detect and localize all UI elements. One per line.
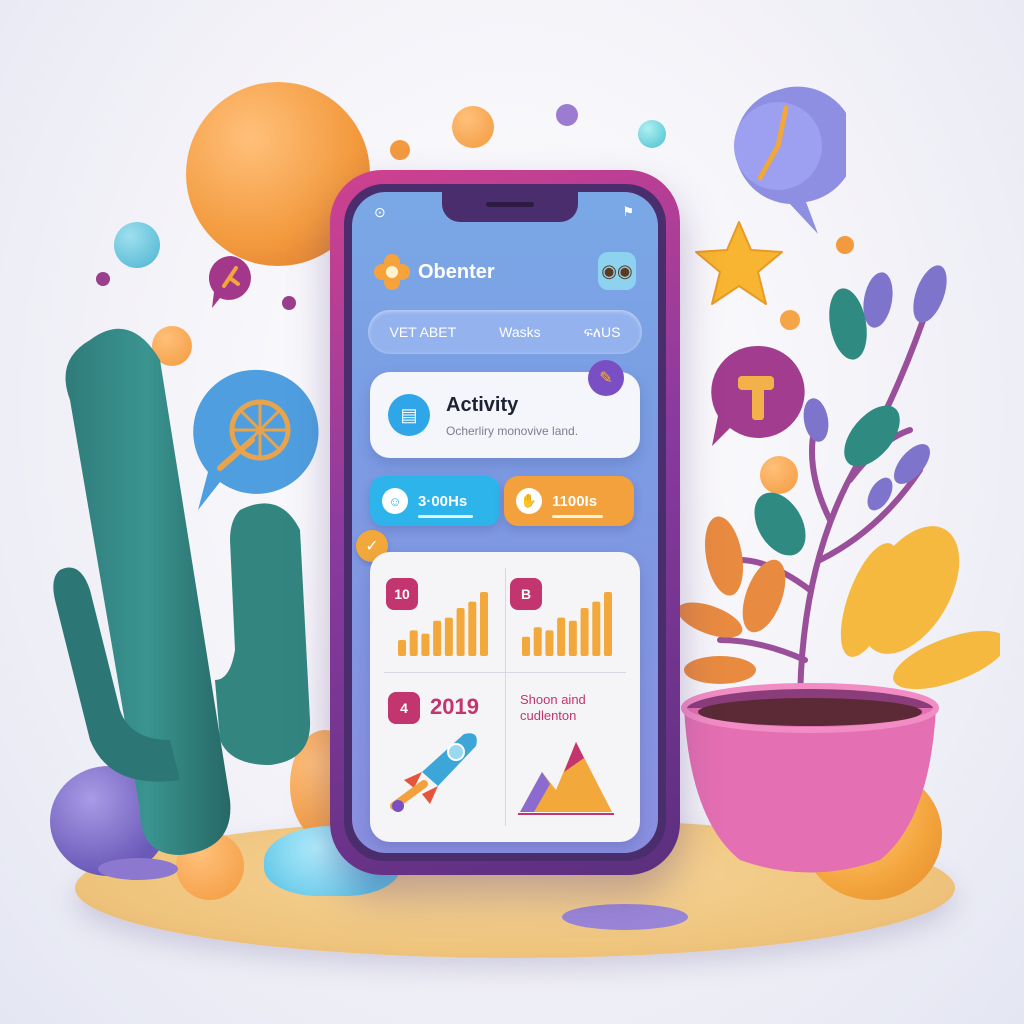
year-label: 2019 <box>430 694 479 719</box>
bar <box>398 640 406 656</box>
flag-icon: ⚑ <box>622 204 634 219</box>
tile-badge-3: 4 <box>388 692 420 724</box>
speaker-grille <box>486 202 534 207</box>
phone-screen: ⊙ ⚑ Obenter ◉◉ VET ABET Wasks ፍለUS ▤ Act… <box>352 192 658 853</box>
calendar-icon: ▤ <box>388 394 430 436</box>
orange-dot <box>836 236 854 254</box>
nav-item-1[interactable]: VET ABET <box>389 324 456 340</box>
purple-dot <box>556 104 578 126</box>
bar-chart-2 <box>522 592 612 656</box>
phone-notch <box>442 192 578 222</box>
bar <box>592 601 601 656</box>
bar <box>580 608 589 656</box>
thumb-icon: ✋ <box>516 488 542 514</box>
potted-plant <box>680 265 1000 873</box>
divider <box>505 568 506 826</box>
music-bubble <box>208 255 251 308</box>
bar <box>604 592 612 656</box>
pencil-icon[interactable]: ✎ <box>588 360 624 396</box>
orange-sphere <box>452 106 494 148</box>
purple-dot <box>96 272 110 286</box>
bar <box>444 617 453 656</box>
teal-dot <box>638 120 666 148</box>
phone-frame: ⊙ ⚑ Obenter ◉◉ VET ABET Wasks ፍለUS ▤ Act… <box>330 170 680 875</box>
orange-dot <box>390 140 410 160</box>
bar <box>557 617 566 656</box>
bar <box>568 620 577 656</box>
tile-caption: Shoon aind cudlenton <box>520 692 586 723</box>
bar <box>480 592 488 656</box>
dashboard-card: 10 B 4 2019 Shoon aind cudlenton <box>370 552 640 842</box>
activity-subtitle: Ocherliry monovive land. <box>446 424 579 438</box>
bar <box>456 608 465 656</box>
stat-value-2: 1100Is <box>552 492 604 518</box>
nav-item-2[interactable]: Wasks <box>499 324 540 340</box>
face-icon: ◉◉ <box>601 260 633 281</box>
bar <box>468 601 477 656</box>
stat-value-1: 3·00Hs <box>418 492 474 518</box>
divider <box>384 672 626 673</box>
app-header: Obenter <box>374 254 495 290</box>
profile-button[interactable]: ◉◉ <box>598 252 636 290</box>
mountain-chart <box>518 742 614 815</box>
ferris-bubble <box>193 369 319 510</box>
purple-puddle <box>562 904 688 930</box>
nav-bar: VET ABET Wasks ፍለUS <box>368 310 642 354</box>
flower-logo-icon <box>374 254 410 290</box>
nav-item-3[interactable]: ፍለUS <box>584 324 621 341</box>
bar <box>409 630 418 656</box>
phone-bezel: ⊙ ⚑ Obenter ◉◉ VET ABET Wasks ፍለUS ▤ Act… <box>344 184 666 861</box>
bar <box>433 620 442 656</box>
teal-sphere <box>114 222 160 268</box>
bar <box>421 633 430 656</box>
activity-title: Activity <box>446 394 519 416</box>
purple-dot <box>282 296 296 310</box>
status-icon: ⊙ <box>374 204 386 220</box>
app-title: Obenter <box>418 260 495 283</box>
bar <box>533 627 542 656</box>
bar <box>522 636 530 656</box>
stat-pill-2[interactable]: ✋ 1100Is <box>504 476 634 526</box>
bar-chart-1 <box>398 592 488 656</box>
rocket-icon <box>390 733 477 812</box>
stat-pill-1[interactable]: ☺ 3·00Hs <box>370 476 500 526</box>
activity-card[interactable]: ▤ Activity Ocherliry monovive land. ✎ <box>370 360 640 458</box>
face-icon: ☺ <box>382 488 408 514</box>
bar <box>545 630 554 656</box>
clock-bubble <box>734 86 846 234</box>
